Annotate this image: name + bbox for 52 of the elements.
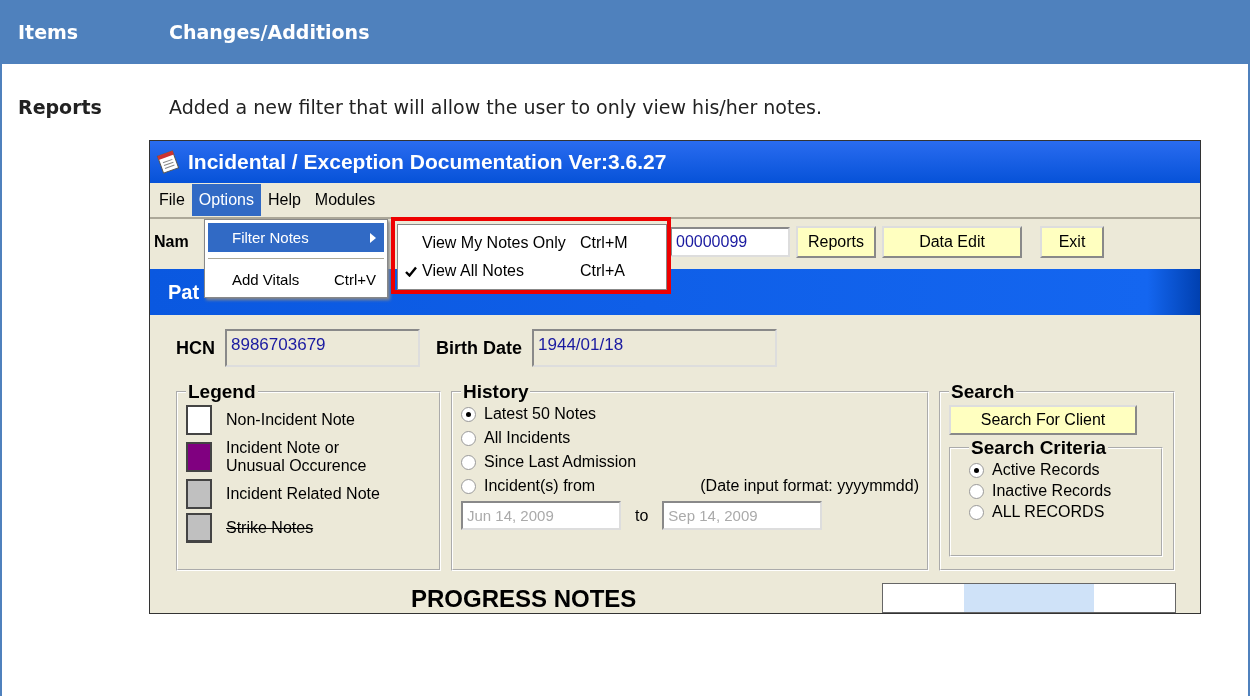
hcn-label: HCN: [176, 337, 215, 359]
group-title: History: [462, 381, 530, 403]
menu-item[interactable]: File: [152, 184, 192, 216]
child-window-title: Pat: [168, 280, 200, 304]
menu-item[interactable]: Help: [260, 184, 308, 216]
name-field[interactable]: 00000099: [670, 227, 790, 257]
hcn-field[interactable]: 8986703679: [225, 329, 420, 367]
format-hint: (Date input format: yyyymmdd): [700, 477, 919, 495]
radio-label: Latest 50 Notes: [484, 405, 597, 423]
shortcut-label: Ctrl+M: [580, 234, 629, 252]
radio-label: Inactive Records: [992, 482, 1112, 500]
to-label: to: [635, 506, 649, 525]
column-header: Changes/Additions: [168, 21, 371, 43]
radio-label: Since Last Admission: [484, 453, 637, 471]
toolbar-button[interactable]: Exit: [1040, 226, 1105, 258]
radio-button[interactable]: [969, 483, 984, 499]
legend-label: Strike Notes: [226, 519, 315, 537]
section-heading: PROGRESS NOTES: [411, 585, 637, 613]
radio-label: Active Records: [992, 461, 1100, 479]
change-description: Added a new filter that will allow the user to only view his/her notes.: [168, 96, 824, 118]
radio-label: All Incidents: [484, 429, 571, 447]
radio-label: Incident(s) from: [484, 477, 596, 495]
submenu-option[interactable]: View All Notes: [422, 262, 580, 280]
submenu-arrow-icon: [370, 232, 376, 243]
group-title: Search: [950, 381, 1016, 403]
legend-label: Incident Related Note: [226, 485, 381, 503]
search-button[interactable]: Search For Client: [949, 405, 1137, 435]
radio-button[interactable]: [969, 504, 984, 520]
legend-label: Incident Note or Unusual Occurence: [226, 439, 368, 475]
item-label: Reports: [17, 96, 103, 120]
group-title: Search Criteria: [970, 437, 1108, 459]
legend-label: Non-Incident Note: [226, 411, 356, 429]
birth-date-field[interactable]: 1944/01/18: [532, 329, 777, 367]
submenu-option[interactable]: View My Notes Only: [422, 234, 580, 252]
menu-item[interactable]: Modules: [307, 184, 383, 216]
radio-button[interactable]: [461, 430, 476, 446]
window-title: Incidental / Exception Documentation Ver:3.6.27: [188, 150, 667, 174]
menu-item[interactable]: Options: [191, 184, 261, 216]
radio-button[interactable]: [461, 478, 476, 494]
column-header: Items: [17, 21, 80, 43]
name-label: Nam: [153, 233, 190, 251]
birth-date-label: Birth Date: [436, 337, 522, 359]
menu-option[interactable]: Add Vitals Ctrl+V: [208, 265, 384, 294]
toolbar-button[interactable]: Reports: [796, 226, 877, 258]
group-title: Legend: [187, 381, 257, 403]
radio-button[interactable]: [461, 406, 476, 422]
radio-button[interactable]: [969, 462, 984, 478]
radio-button[interactable]: [461, 454, 476, 470]
toolbar-button[interactable]: Data Edit: [882, 226, 1023, 258]
radio-label: ALL RECORDS: [992, 503, 1105, 521]
menu-option[interactable]: Filter Notes: [208, 223, 384, 252]
shortcut-label: Ctrl+A: [580, 262, 626, 280]
